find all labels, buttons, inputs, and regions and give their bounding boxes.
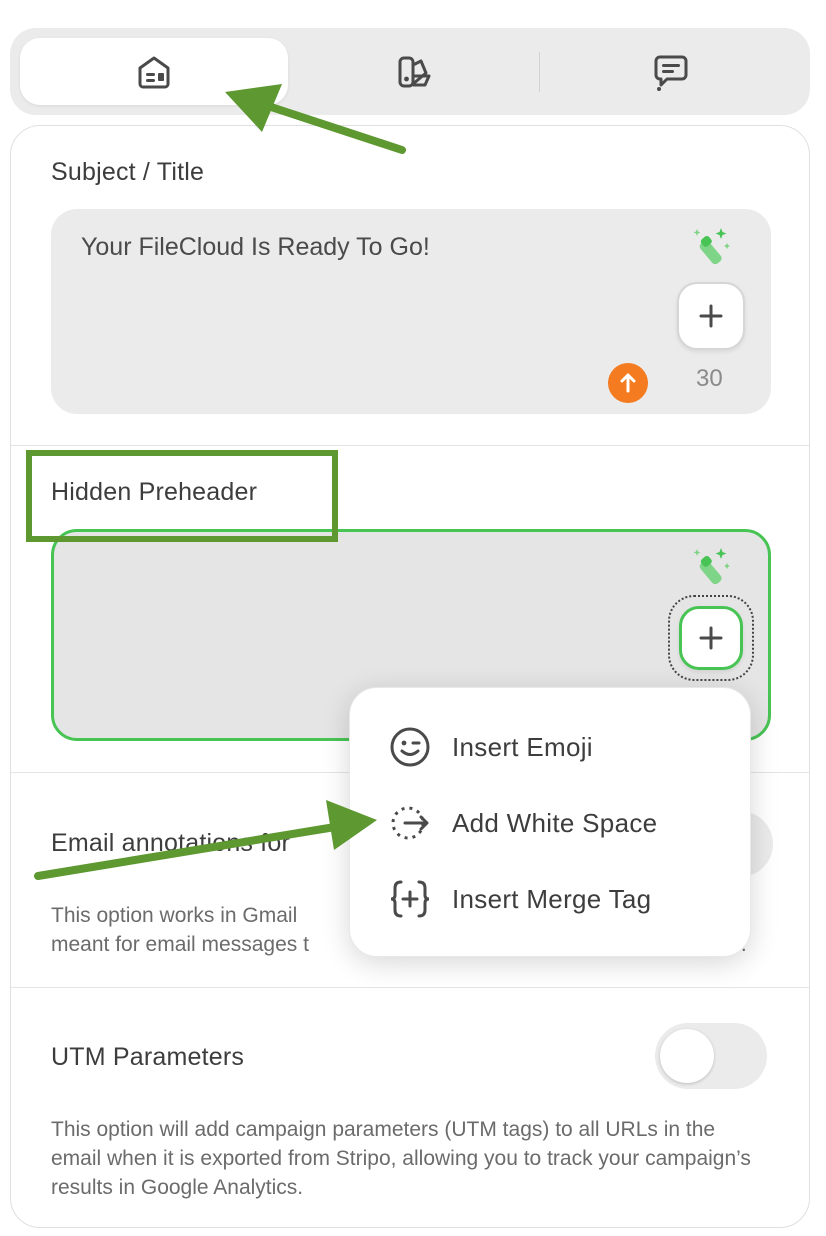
settings-tabbar — [10, 28, 810, 115]
ai-magic-wand-icon[interactable] — [691, 545, 733, 587]
subject-label: Subject / Title — [51, 158, 205, 186]
annotations-label: Email annotations for — [51, 829, 291, 857]
tab-comments[interactable] — [542, 38, 800, 105]
subject-insert-button[interactable] — [677, 282, 745, 350]
plus-icon — [699, 304, 723, 328]
subject-field[interactable]: Your FileCloud Is Ready To Go! 30 — [51, 209, 771, 414]
menu-item-insert-emoji[interactable]: Insert Emoji — [350, 711, 750, 783]
tab-appearance[interactable] — [290, 38, 540, 105]
color-palette-icon — [398, 56, 431, 87]
menu-item-add-white-space[interactable]: Add White Space — [350, 787, 750, 859]
menu-item-label: Insert Merge Tag — [452, 883, 652, 914]
toggle-knob — [660, 1029, 714, 1083]
email-settings-icon — [138, 56, 170, 88]
utm-toggle[interactable] — [655, 1023, 767, 1089]
menu-item-insert-merge-tag[interactable]: Insert Merge Tag — [350, 863, 750, 935]
subject-char-counter: 30 — [696, 365, 723, 392]
arrow-up-icon — [620, 373, 636, 393]
warning-badge[interactable] — [608, 363, 648, 403]
tab-email-settings[interactable] — [20, 38, 288, 105]
comments-icon — [654, 55, 688, 91]
white-space-icon — [388, 801, 432, 845]
merge-tag-icon — [388, 877, 432, 921]
annotation-highlight-box — [26, 450, 338, 542]
utm-description: This option will add campaign parameters… — [51, 1118, 751, 1199]
menu-item-label: Insert Emoji — [452, 731, 593, 762]
subject-value[interactable]: Your FileCloud Is Ready To Go! — [81, 233, 430, 262]
settings-card: Subject / Title Your FileCloud Is Ready … — [10, 125, 810, 1228]
ai-magic-wand-icon[interactable] — [691, 225, 733, 267]
divider — [11, 987, 809, 988]
utm-label: UTM Parameters — [51, 1043, 245, 1071]
plus-icon — [699, 626, 723, 650]
emoji-icon — [388, 725, 432, 769]
divider — [11, 445, 809, 446]
insert-menu: Insert Emoji Add White Space Insert Merg… — [349, 687, 751, 957]
menu-item-label: Add White Space — [452, 807, 658, 838]
preheader-insert-button[interactable] — [679, 606, 743, 670]
tab-separator — [539, 52, 540, 92]
